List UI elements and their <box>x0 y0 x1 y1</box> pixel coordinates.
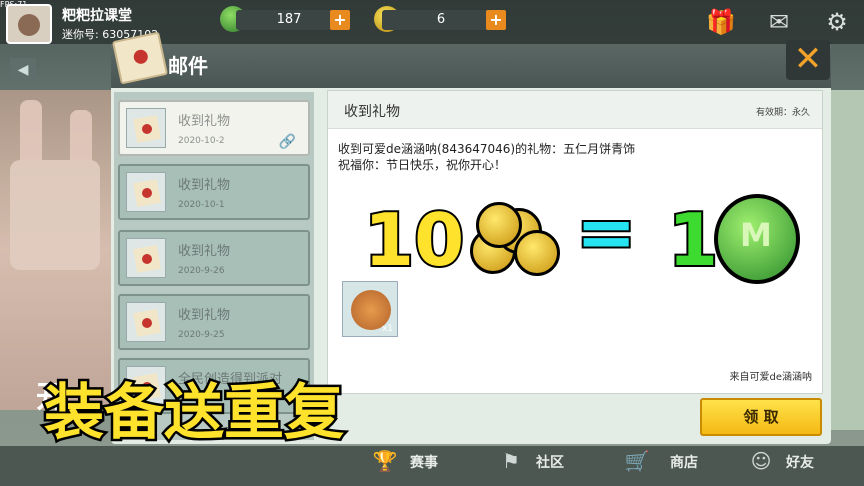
add-gems-button[interactable]: + <box>330 10 350 30</box>
envelope-icon <box>126 302 166 342</box>
add-coins-button[interactable]: + <box>486 10 506 30</box>
gift-icon[interactable]: 🎁 <box>706 8 736 36</box>
envelope-icon <box>126 238 166 278</box>
close-button[interactable]: ✕ <box>786 40 830 80</box>
mail-item[interactable]: 收到礼物 2020-9-26 <box>118 230 310 286</box>
mail-detail-title: 收到礼物 <box>344 104 400 120</box>
mail-body-line: 收到可爱de涵涵呐(843647046)的礼物：五仁月饼青饰 <box>338 142 636 156</box>
mail-detail-header: 收到礼物 有效期：永久 <box>328 91 822 129</box>
overlay-one: 1 <box>666 196 720 284</box>
envelope-icon <box>126 172 166 212</box>
mail-item-title: 收到礼物 <box>178 178 231 193</box>
mail-item[interactable]: 收到礼物 2020-10-1 <box>118 164 310 220</box>
nav-shop[interactable]: 商店 <box>670 452 698 472</box>
mail-item-date: 2020-9-25 <box>178 330 225 340</box>
mail-icon[interactable]: ✉ <box>764 8 794 36</box>
mail-item-date: 2020-10-2 <box>178 136 225 146</box>
nav-community[interactable]: 社区 <box>536 452 564 472</box>
gem-icon <box>714 194 800 284</box>
avatar[interactable] <box>6 4 52 44</box>
overlay-equals: = <box>574 188 638 276</box>
attachment-item[interactable]: x1 <box>342 281 398 337</box>
envelope-icon <box>126 108 166 148</box>
trophy-icon: 🏆 <box>372 449 398 473</box>
mail-body-line: 祝福你：节日快乐，祝你开心！ <box>338 158 507 172</box>
mail-item-date: 2020-10-1 <box>178 200 225 210</box>
mail-item-date: 2020-9-26 <box>178 266 225 276</box>
coins-icon <box>466 200 562 278</box>
mail-item-title: 收到礼物 <box>178 114 231 129</box>
user-name: 粑粑拉课堂 <box>62 8 132 24</box>
overlay-ten: 10 <box>362 196 466 284</box>
mail-validity: 有效期：永久 <box>755 108 810 118</box>
character-scene <box>0 90 115 410</box>
caption: 装备送重复 <box>42 376 347 451</box>
nav-friends[interactable]: 好友 <box>786 452 814 472</box>
panel-title: 邮件 <box>168 54 208 78</box>
mail-body: 收到可爱de涵涵呐(843647046)的礼物：五仁月饼青饰 祝福你：节日快乐，… <box>338 141 635 173</box>
nav-match[interactable]: 赛事 <box>410 452 438 472</box>
gear-icon[interactable]: ⚙ <box>822 8 852 36</box>
friends-icon: ☺ <box>750 449 772 473</box>
attachment-quantity: x1 <box>381 324 393 334</box>
mail-panel-header <box>111 44 831 88</box>
gem-count: 187 <box>236 10 342 30</box>
cart-icon: 🛒 <box>624 449 650 473</box>
attachment-link-icon: 🔗 <box>278 134 296 150</box>
coin-count: 6 <box>382 10 500 30</box>
mail-item[interactable]: 收到礼物 2020-10-2 🔗 <box>118 100 310 156</box>
mail-item-title: 收到礼物 <box>178 308 231 323</box>
community-icon: ⚑ <box>502 449 520 473</box>
mail-item-title: 收到礼物 <box>178 244 231 259</box>
claim-button[interactable]: 领 取 <box>700 398 822 436</box>
speaker-icon[interactable]: ◀ <box>10 58 36 82</box>
mail-sender: 来自可爱de涵涵呐 <box>729 372 813 383</box>
mail-item[interactable]: 收到礼物 2020-9-25 <box>118 294 310 350</box>
